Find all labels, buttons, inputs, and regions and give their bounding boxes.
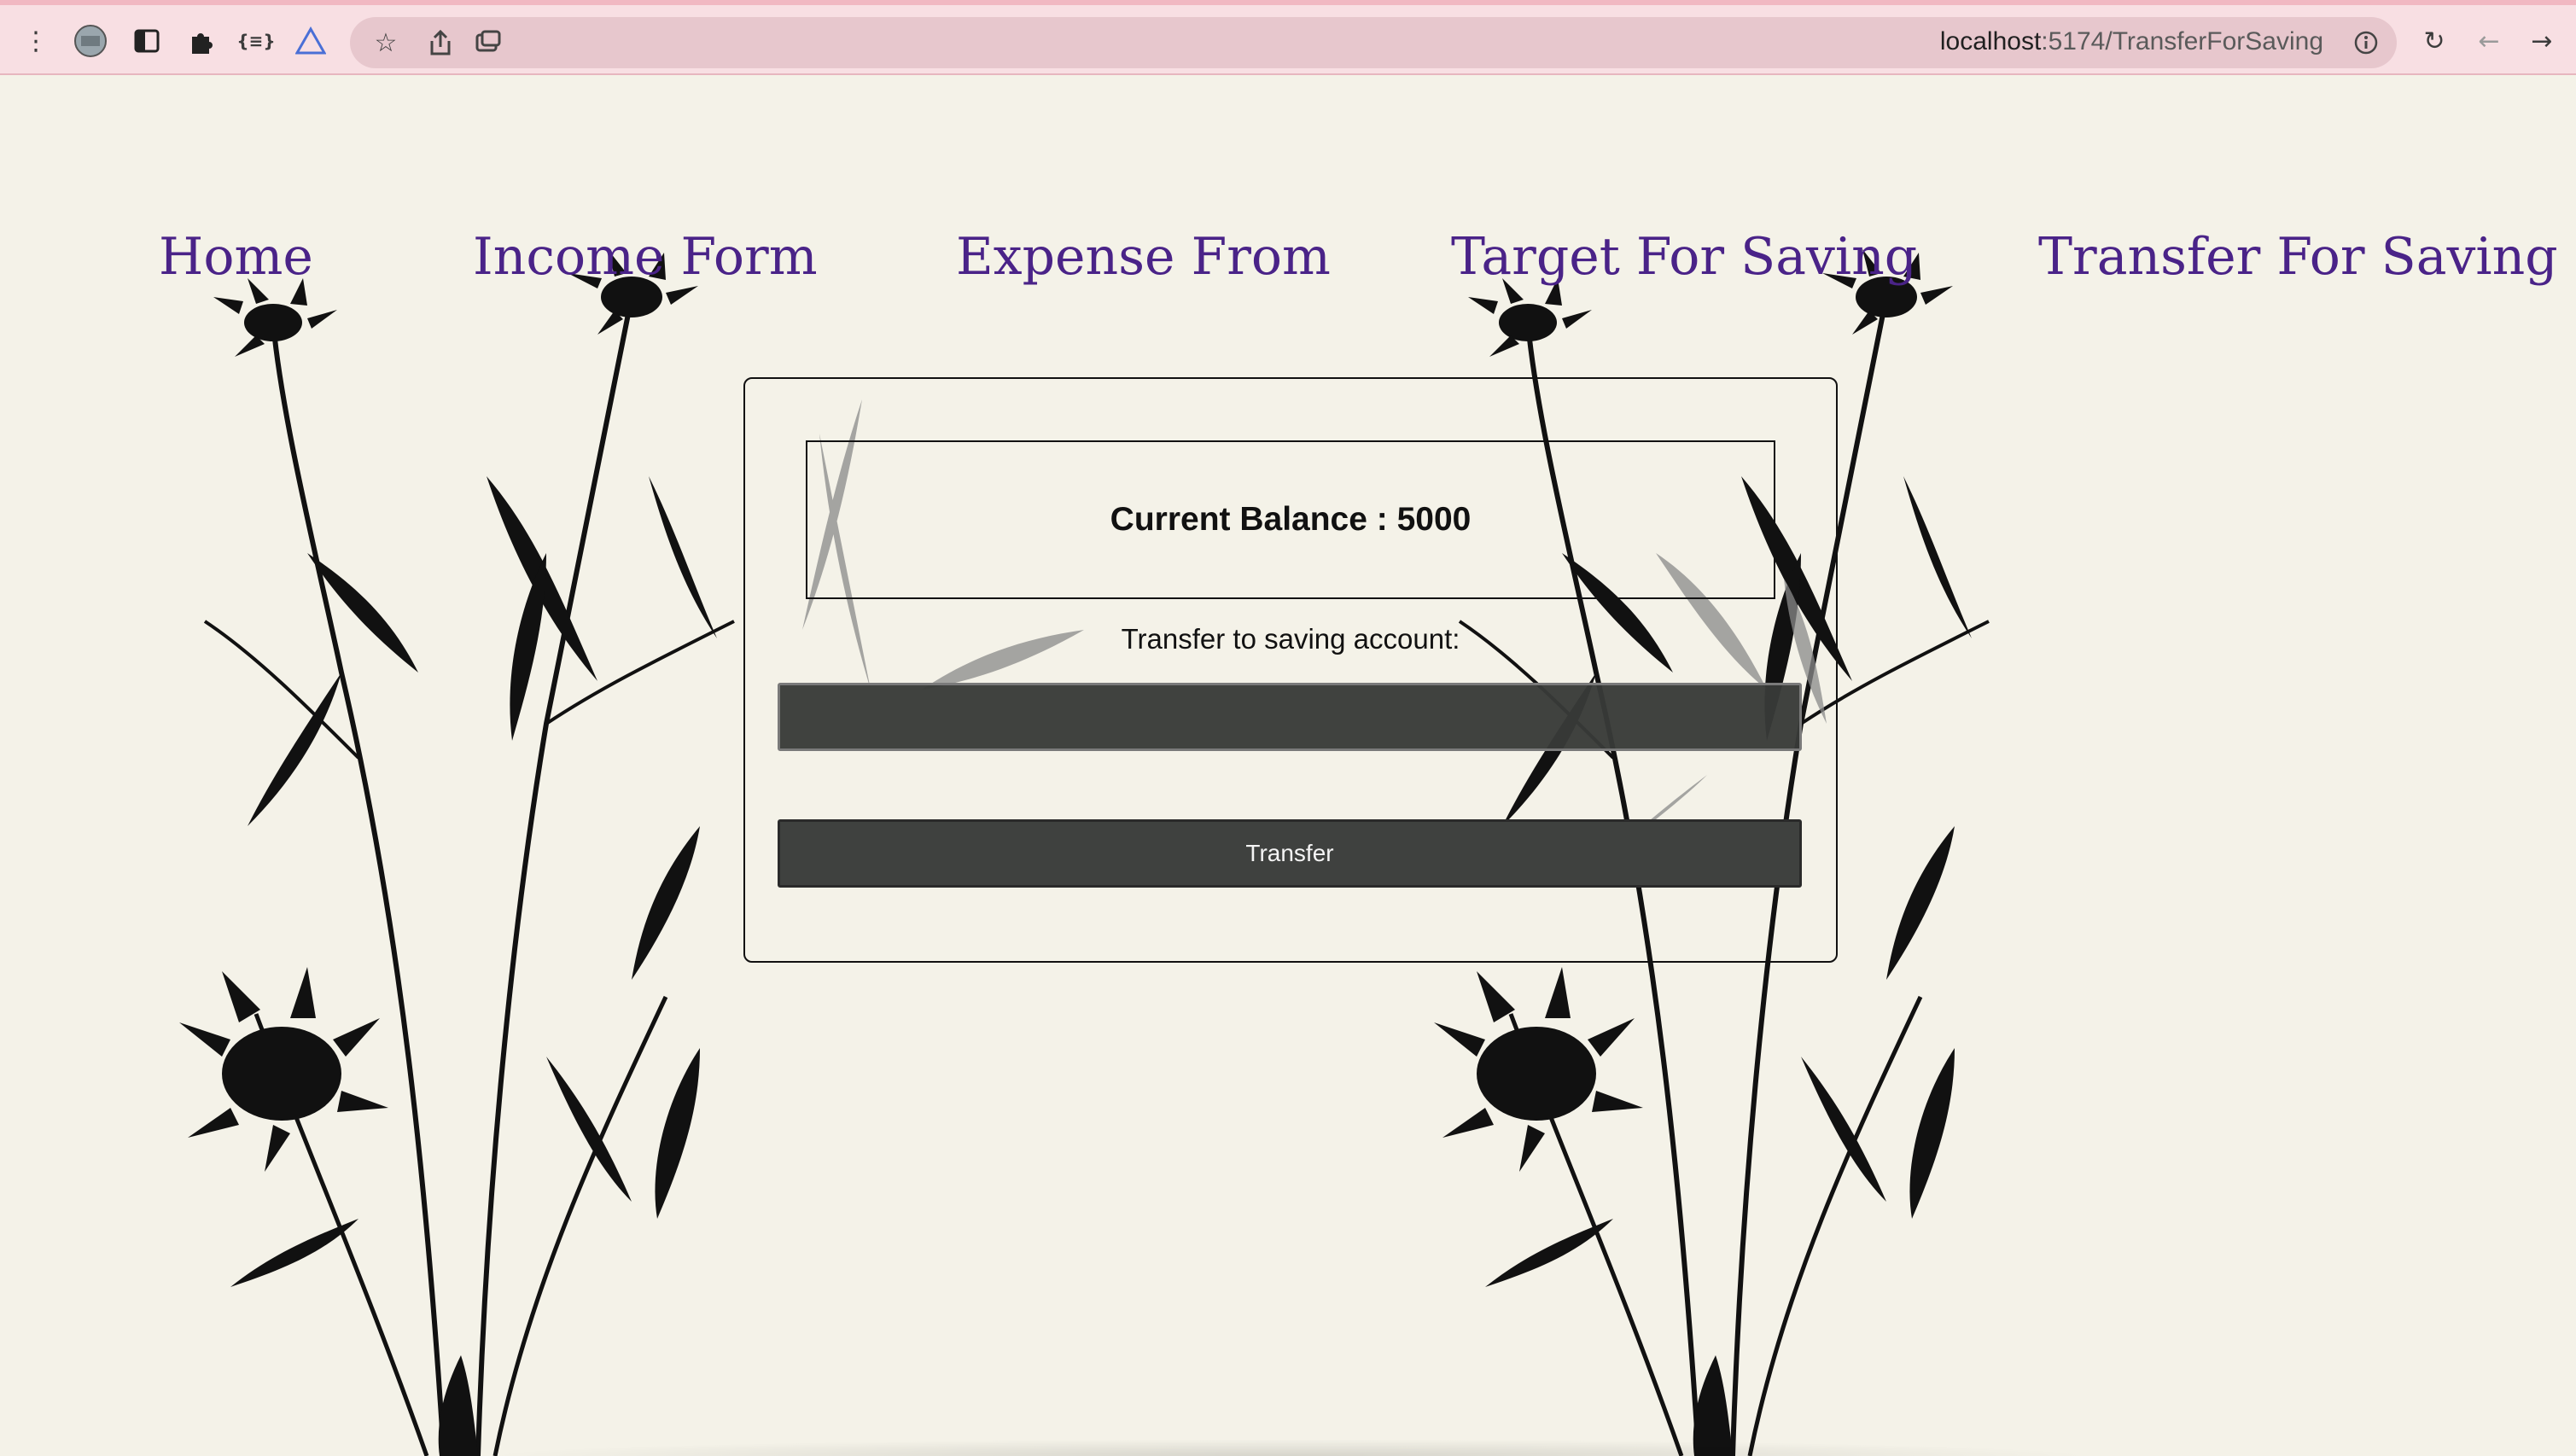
page-body: Home Income Form Expense From Target For… bbox=[0, 75, 2576, 1456]
current-balance-text: Current Balance : 5000 bbox=[1110, 501, 1472, 538]
back-icon[interactable]: ← bbox=[2470, 22, 2508, 60]
more-vert-icon[interactable]: ⋮ bbox=[17, 22, 55, 60]
bookmark-star-icon[interactable]: ☆ bbox=[367, 24, 405, 61]
reload-icon[interactable]: ↻ bbox=[2416, 22, 2453, 60]
current-balance-box: Current Balance : 5000 bbox=[806, 440, 1775, 599]
tab-search-icon[interactable] bbox=[469, 24, 507, 61]
browser-toolbar: ⋮ {≡} ☆ localhost:5174/TransferForSaving… bbox=[0, 0, 2576, 75]
nav-expense-form-link[interactable]: Expense From bbox=[956, 227, 1331, 287]
transfer-button[interactable]: Transfer bbox=[778, 819, 1802, 888]
site-info-icon[interactable] bbox=[2347, 24, 2385, 61]
nav-home-link[interactable]: Home bbox=[159, 227, 313, 287]
sidebar-icon[interactable] bbox=[128, 22, 166, 60]
transfer-label: Transfer to saving account: bbox=[1121, 623, 1460, 655]
nav-income-form-link[interactable]: Income Form bbox=[473, 227, 818, 287]
share-icon[interactable] bbox=[422, 24, 459, 61]
transfer-amount-input[interactable] bbox=[778, 683, 1802, 751]
bottom-shadow bbox=[478, 1439, 2100, 1456]
address-bar[interactable]: ☆ localhost:5174/TransferForSaving bbox=[350, 17, 2397, 68]
extensions-icon[interactable] bbox=[183, 22, 220, 60]
nav-target-for-saving-link[interactable]: Target For Saving bbox=[1451, 227, 1917, 287]
vue-devtools-icon[interactable] bbox=[292, 22, 329, 60]
url-text: localhost:5174/TransferForSaving bbox=[1939, 27, 2323, 55]
json-icon[interactable]: {≡} bbox=[236, 22, 275, 60]
nav-transfer-for-saving-link[interactable]: Transfer For Saving bbox=[2038, 227, 2558, 287]
forward-icon[interactable]: → bbox=[2523, 22, 2561, 60]
profile-icon[interactable] bbox=[72, 22, 109, 60]
